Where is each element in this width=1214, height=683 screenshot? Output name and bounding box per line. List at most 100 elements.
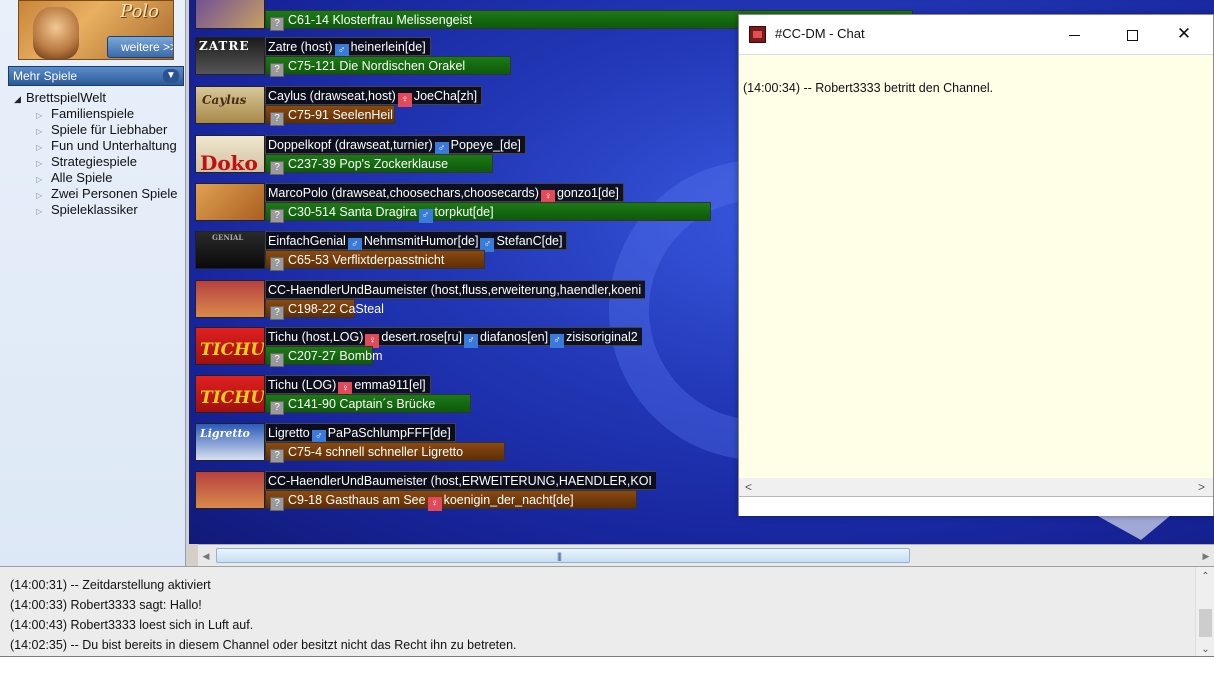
question-icon: ? [270, 449, 284, 463]
room-title: Doppelkopf (drawseat,turnier) ♂ Popeye_[de… [265, 135, 526, 156]
chevron-down-icon[interactable]: ▼ [163, 69, 179, 83]
chat-titlebar[interactable]: #CC-DM - Chat ✕ [739, 15, 1213, 54]
chat-title: #CC-DM - Chat [775, 26, 865, 41]
room-name[interactable]: ? C141-90 Captain´s Brücke [265, 394, 471, 415]
game-thumbnail [195, 183, 265, 221]
room-name[interactable]: ? C198-22 CaSteal [265, 299, 384, 320]
expand-triangle-icon[interactable]: ▷ [36, 108, 51, 122]
tree-root[interactable]: ◢ BrettspielWelt [14, 90, 184, 106]
question-icon: ? [270, 353, 284, 367]
room-title: Zatre (host) ♂ heinerlein[de] [265, 37, 431, 58]
room-title: Caylus (drawseat,host) ♀ JoeCha[zh] [265, 86, 483, 107]
player-name[interactable]: Popeye_[de] [451, 138, 521, 152]
tree-item-alle[interactable]: ▷ Alle Spiele [14, 170, 188, 186]
log-line: (14:00:31) -- Zeitdarstellung aktiviert [10, 578, 211, 592]
game-category-tree: ◢ BrettspielWelt ▷ Familienspiele ▷ Spiele … [14, 90, 184, 218]
tree-item-strategie[interactable]: ▷ Strategiespiele [14, 154, 188, 170]
male-icon: ♂ [464, 334, 478, 348]
log-line: (14:02:35) -- Du bist bereits in diesem … [10, 638, 517, 652]
close-button[interactable]: ✕ [1161, 15, 1207, 53]
question-icon: ? [270, 161, 284, 175]
player-name[interactable]: gonzo1[de] [557, 186, 619, 200]
player-name[interactable]: PaPaSchlumpFFF[de] [328, 426, 451, 440]
chat-window: #CC-DM - Chat ✕ (14:00:34) -- Robert3333… [738, 14, 1214, 516]
chat-input[interactable] [739, 496, 1213, 516]
scrollbar-thumb[interactable] [1199, 609, 1212, 637]
sidebar: Polo weitere >> Mehr Spiele ▼ ◢ Brettspie… [0, 0, 186, 566]
log-vscrollbar[interactable]: ⌃ ⌄ [1195, 567, 1214, 657]
question-icon: ? [270, 401, 284, 415]
player-name[interactable]: zisisoriginal2 [566, 330, 638, 344]
weitere-button[interactable]: weitere >> [107, 36, 173, 58]
tree-item-label: Strategiespiele [51, 154, 137, 169]
tree-item-klassiker[interactable]: ▷ Spieleklassiker [14, 202, 188, 218]
room-name[interactable]: ? C207-27 Bombm [265, 346, 383, 367]
featured-game-banner[interactable]: Polo weitere >> [18, 0, 174, 60]
room-name[interactable]: ? C237-39 Pop's Zockerklause [265, 154, 493, 175]
player-name[interactable]: diafanos[en] [480, 330, 548, 344]
thumbnail-label: ZATRE [199, 39, 250, 53]
game-thumbnail [195, 280, 265, 318]
expand-triangle-icon[interactable]: ▷ [36, 204, 51, 218]
player-name[interactable]: heinerlein[de] [351, 40, 426, 54]
expand-triangle-icon[interactable]: ▷ [36, 124, 51, 138]
maximize-button[interactable] [1109, 15, 1155, 53]
tree-item-liebhaber[interactable]: ▷ Spiele für Liebhaber [14, 122, 188, 138]
room-title: MarcoPolo (drawseat,choosechars,chooseca… [265, 183, 624, 204]
expand-triangle-icon[interactable]: ▷ [36, 140, 51, 154]
tree-item-fun[interactable]: ▷ Fun und Unterhaltung [14, 138, 188, 154]
player-name[interactable]: koenigin_der_nacht[de] [444, 493, 574, 507]
log-line: (14:00:33) Robert3333 sagt: Hallo! [10, 598, 202, 612]
expand-triangle-icon[interactable]: ▷ [36, 188, 51, 202]
male-icon: ♂ [418, 209, 433, 223]
room-name[interactable]: ? C9-18 Gasthaus am See ♀ koenigin_der_nach… [265, 490, 637, 511]
tree-item-zwei-personen[interactable]: ▷ Zwei Personen Spiele [14, 186, 188, 202]
collapse-triangle-icon[interactable]: ◢ [14, 91, 26, 107]
room-name[interactable]: ? C65-53 Verflixtderpasstnicht [265, 250, 485, 271]
room-name[interactable]: ? C75-91 SeelenHeil [265, 105, 395, 126]
male-icon: ♂ [550, 334, 565, 348]
player-name[interactable]: StefanC[de] [496, 234, 562, 248]
expand-triangle-icon[interactable]: ▷ [36, 172, 51, 186]
game-thumbnail: TICHU [195, 327, 265, 365]
scroll-right-icon[interactable]: > [1198, 478, 1205, 496]
chat-message: (14:00:34) -- Robert3333 betritt den Cha… [743, 81, 994, 95]
room-name[interactable]: ? C30-514 Santa Dragira ♂ torpkut[de] [265, 202, 711, 223]
app-window: Polo weitere >> Mehr Spiele ▼ ◢ Brettspie… [0, 0, 1214, 683]
close-icon: ✕ [1176, 24, 1192, 43]
room-title: CC-HaendlerUndBaumeister (host,ERWEITERU… [265, 471, 656, 490]
thumbnail-label: Doko [200, 151, 258, 173]
log-line: (14:00:43) Robert3333 loest sich in Luft… [10, 618, 254, 632]
chat-hscrollbar[interactable]: < > [739, 478, 1213, 496]
game-thumbnail: GENIAL [195, 231, 265, 269]
game-thumbnail: ZATRE [195, 37, 265, 75]
player-name[interactable]: NehmsmitHumor[de] [364, 234, 479, 248]
question-icon: ? [270, 17, 284, 31]
room-list-hscrollbar[interactable]: ◀ ||| ▶ [198, 544, 1214, 566]
female-icon: ♀ [397, 93, 412, 107]
expand-triangle-icon[interactable]: ▷ [36, 156, 51, 170]
mehr-spiele-dropdown[interactable]: Mehr Spiele ▼ [8, 66, 184, 86]
tree-item-familienspiele[interactable]: ▷ Familienspiele [14, 106, 188, 122]
player-name[interactable]: JoeCha[zh] [414, 89, 477, 103]
grip-icon: ||| [557, 551, 562, 561]
player-name[interactable]: emma911[el] [354, 378, 425, 392]
thumbnail-label: Ligretto [200, 427, 250, 440]
minimize-button[interactable] [1051, 15, 1097, 53]
question-icon: ? [270, 257, 284, 271]
scroll-left-icon[interactable]: < [745, 478, 752, 496]
room-name[interactable]: ? C75-121 Die Nordischen Orakel [265, 56, 511, 77]
scroll-up-icon[interactable]: ⌃ [1196, 571, 1214, 582]
tree-item-label: Zwei Personen Spiele [51, 186, 178, 201]
player-name[interactable]: desert.rose[ru] [381, 330, 462, 344]
main-chat-input[interactable] [0, 656, 1214, 683]
scrollbar-thumb[interactable]: ||| [216, 548, 910, 563]
scroll-right-icon[interactable]: ▶ [1198, 547, 1214, 565]
scroll-down-icon[interactable]: ⌄ [1196, 644, 1214, 655]
game-thumbnail: TICHU [195, 375, 265, 413]
room-name[interactable]: ? C75-4 schnell schneller Ligretto [265, 442, 505, 463]
room-title: Tichu (LOG) ♀ emma911[el] [265, 375, 431, 396]
tree-item-label: Alle Spiele [51, 170, 113, 185]
player-name[interactable]: torpkut[de] [435, 205, 494, 219]
scroll-left-icon[interactable]: ◀ [198, 547, 214, 565]
